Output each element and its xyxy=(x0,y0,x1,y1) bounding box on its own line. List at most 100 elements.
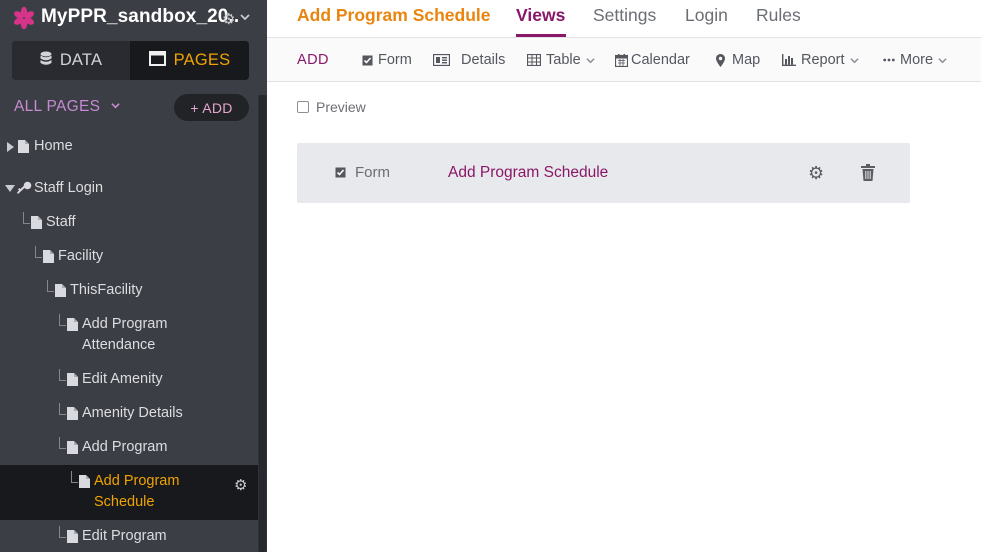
trash-icon[interactable] xyxy=(861,164,875,181)
tree-connector xyxy=(59,314,66,326)
calendar-icon xyxy=(615,53,628,67)
chevron-down-icon xyxy=(586,57,595,63)
page-icon xyxy=(67,530,78,543)
page-tree-item-staff[interactable]: Staff xyxy=(0,212,258,234)
page-icon xyxy=(55,284,66,297)
form-label: Form xyxy=(378,52,412,68)
pages-mode-tab[interactable]: PAGES xyxy=(130,41,249,80)
data-mode-label: DATA xyxy=(59,51,103,69)
page-tree-label: Add Program xyxy=(82,439,168,455)
all-pages-dropdown[interactable]: ALL PAGES xyxy=(14,98,120,116)
page-tree-item-add-program-attendance[interactable]: Add Program Attendance xyxy=(0,314,258,358)
preview-checkbox[interactable] xyxy=(297,101,309,113)
asterisk-logo-icon[interactable] xyxy=(12,6,36,30)
key-icon xyxy=(17,181,32,194)
page-icon xyxy=(79,475,90,488)
page-tree-label: Facility xyxy=(58,248,104,264)
report-label: Report xyxy=(801,52,845,68)
tree-connector xyxy=(35,246,42,258)
view-card[interactable]: Form Add Program Schedule ⚙ xyxy=(297,143,910,203)
add-calendar-view-button[interactable]: Calendar xyxy=(615,52,690,68)
tree-connector xyxy=(71,471,78,483)
checkbox-icon xyxy=(362,55,373,65)
app-name[interactable]: MyPPR_sandbox_20.. xyxy=(41,6,239,28)
mode-toggle: DATA PAGES xyxy=(12,41,249,80)
app-settings-gear-icon[interactable]: ⚙ xyxy=(222,10,235,28)
add-map-view-button[interactable]: Map xyxy=(716,52,760,68)
page-tree-item-add-program[interactable]: Add Program xyxy=(0,437,258,459)
details-label: Details xyxy=(461,52,506,68)
chevron-down-icon xyxy=(111,103,120,109)
page-icon xyxy=(67,441,78,454)
tab-settings[interactable]: Settings xyxy=(593,5,656,26)
chevron-down-icon xyxy=(938,57,947,63)
tree-connector xyxy=(59,526,66,538)
page-header: Add Program Schedule Views Settings Logi… xyxy=(267,0,981,38)
browser-window-icon xyxy=(148,50,166,71)
collapse-arrow-icon[interactable] xyxy=(5,185,15,192)
expand-arrow-icon[interactable] xyxy=(7,142,14,152)
page-title: Add Program Schedule xyxy=(297,5,491,25)
page-tree-label: Edit Amenity xyxy=(82,371,163,387)
page-icon xyxy=(67,318,78,331)
page-tree-item-edit-amenity[interactable]: Edit Amenity xyxy=(0,369,258,391)
chevron-down-icon xyxy=(849,57,859,63)
sidebar-scrollbar-thumb[interactable] xyxy=(259,95,266,552)
tree-connector xyxy=(59,437,66,449)
page-icon xyxy=(43,250,54,263)
more-label: More xyxy=(900,52,934,68)
add-details-view-button[interactable]: Details xyxy=(433,52,505,68)
page-tree-label: Home xyxy=(34,138,73,154)
bar-chart-icon xyxy=(782,54,796,66)
pages-header: ALL PAGES + ADD xyxy=(0,94,258,122)
app-header: MyPPR_sandbox_20.. ⚙ xyxy=(0,0,258,38)
page-tree-item-home[interactable]: Home xyxy=(0,136,258,158)
add-page-button[interactable]: + ADD xyxy=(174,94,249,121)
page-icon xyxy=(31,216,42,229)
page-tree-label: Add Program xyxy=(82,316,168,332)
page-tree-item-thisfacility[interactable]: ThisFacility xyxy=(0,280,258,302)
main-panel: Add Program Schedule Views Settings Logi… xyxy=(267,0,981,552)
calendar-label: Calendar xyxy=(631,52,690,68)
tab-views[interactable]: Views xyxy=(516,5,565,26)
tab-login[interactable]: Login xyxy=(685,5,728,26)
add-view-toolbar: ADD Form Details Table Calendar Map Repo… xyxy=(267,38,981,82)
page-tree-item-add-program-schedule[interactable]: Add Program Schedule ⚙ xyxy=(0,465,258,520)
page-tree-label: Staff xyxy=(46,214,76,230)
active-tab-indicator xyxy=(516,34,566,37)
pages-mode-label: PAGES xyxy=(173,51,231,69)
table-label: Table xyxy=(546,52,581,68)
add-report-view-button[interactable]: Report xyxy=(782,52,859,68)
data-mode-tab[interactable]: DATA xyxy=(12,41,130,80)
map-label: Map xyxy=(732,52,761,68)
tree-connector xyxy=(47,280,54,292)
tree-connector xyxy=(59,369,66,381)
more-views-button[interactable]: More xyxy=(883,52,947,68)
map-pin-icon xyxy=(716,53,725,67)
database-icon xyxy=(40,51,52,71)
page-tree-item-edit-program[interactable]: Edit Program xyxy=(0,526,258,548)
preview-toggle[interactable]: Preview xyxy=(297,99,366,115)
page-tree-item-amenity-details[interactable]: Amenity Details xyxy=(0,403,258,425)
page-icon xyxy=(67,373,78,386)
view-name-link[interactable]: Add Program Schedule xyxy=(448,164,608,182)
preview-label: Preview xyxy=(316,99,366,115)
page-tree-label: Amenity Details xyxy=(82,405,183,421)
page-tree-item-facility[interactable]: Facility xyxy=(0,246,258,268)
page-settings-gear-icon[interactable]: ⚙ xyxy=(234,475,247,496)
page-tree-item-staff-login[interactable]: Staff Login xyxy=(0,178,258,200)
add-table-view-button[interactable]: Table xyxy=(527,52,595,68)
app-menu-chevron-down-icon[interactable] xyxy=(240,11,250,23)
tree-connector xyxy=(23,212,30,224)
page-tree-label-line2: Attendance xyxy=(82,337,156,353)
page-tree-label: Staff Login xyxy=(34,180,104,196)
add-form-view-button[interactable]: Form xyxy=(362,52,412,68)
page-tree-label: Add Program xyxy=(94,473,180,489)
view-type-label: Form xyxy=(355,164,390,181)
view-settings-gear-icon[interactable]: ⚙ xyxy=(808,163,824,184)
checkbox-icon xyxy=(335,167,346,178)
tab-rules[interactable]: Rules xyxy=(756,5,801,26)
page-icon xyxy=(18,140,29,153)
page-icon xyxy=(67,407,78,420)
details-icon xyxy=(433,54,450,66)
